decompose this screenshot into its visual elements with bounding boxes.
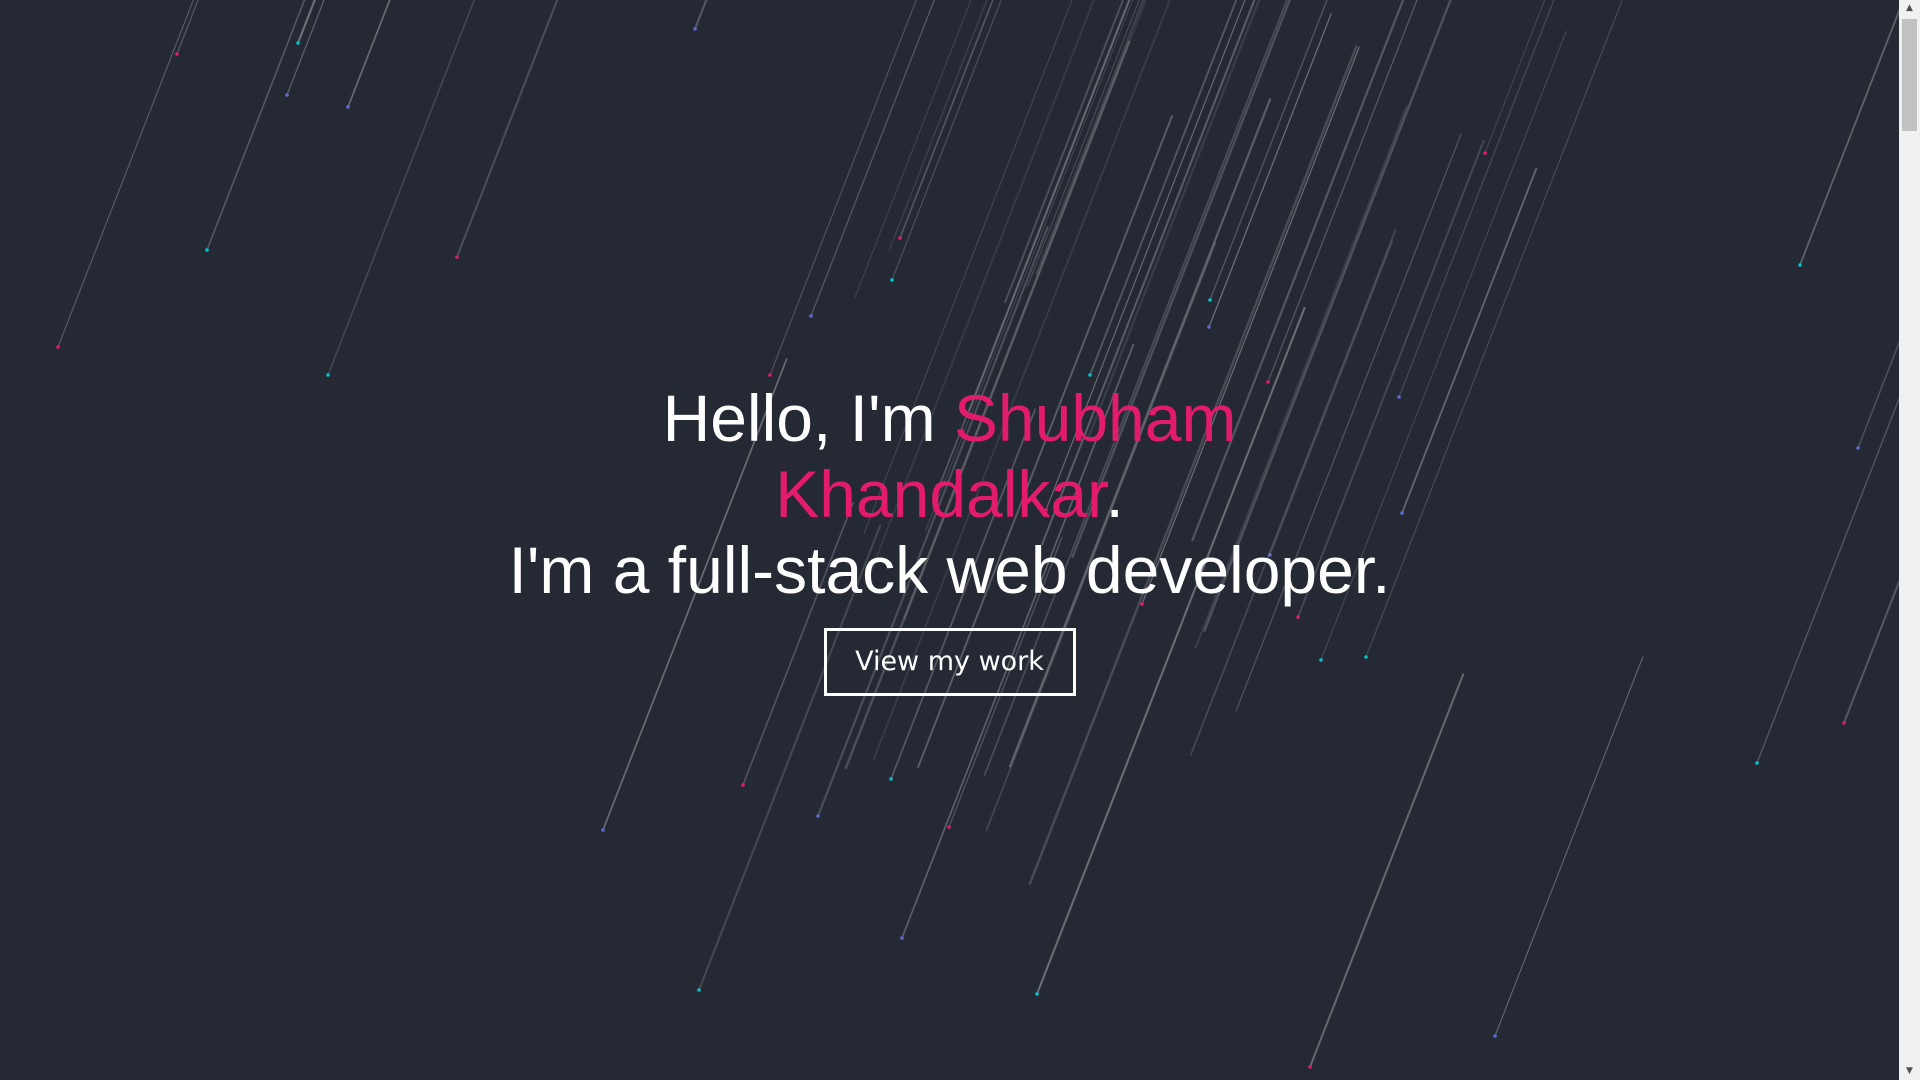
streak-dot	[1088, 373, 1092, 377]
streak-dot	[1208, 298, 1212, 302]
streak-dot	[1207, 325, 1211, 329]
streak-line	[888, 0, 988, 251]
streak-line	[1209, 0, 1328, 301]
streak-dot	[890, 278, 894, 282]
streak-dot	[1035, 992, 1039, 996]
streak-dot	[889, 777, 893, 781]
streak-line	[899, 0, 994, 239]
streak-dot	[768, 373, 772, 377]
streak-dot	[326, 373, 330, 377]
streak-dot	[809, 314, 813, 318]
view-my-work-button[interactable]: View my work	[823, 628, 1076, 696]
streak-dot	[816, 814, 820, 818]
greeting-heading: Hello, I'm Shubham Khandalkar.	[0, 380, 1899, 532]
streak-line	[1087, 0, 1261, 438]
hero-section: Hello, I'm Shubham Khandalkar. I'm a ful…	[0, 0, 1899, 1080]
name-first: Shubham	[953, 381, 1237, 455]
streak-line	[1003, 0, 1125, 304]
streak-line	[1398, 0, 1555, 398]
streak-line	[1208, 13, 1332, 328]
streak-dot	[900, 936, 904, 940]
streak-dot	[898, 236, 902, 240]
streak-line	[347, 0, 391, 108]
streak-dot	[947, 825, 951, 829]
streak-line	[693, 0, 708, 30]
streak-dot	[741, 783, 745, 787]
streak-dot	[1842, 721, 1846, 725]
streak-line	[854, 0, 972, 299]
streak-line	[1309, 673, 1465, 1068]
streak-line	[968, 0, 1131, 412]
streak-dot	[296, 41, 300, 45]
tagline: I'm a full-stack web developer.	[508, 533, 1391, 607]
streak-line	[456, 0, 559, 258]
streak-line	[1267, 0, 1418, 383]
streak-dot	[56, 345, 60, 349]
streak-dot	[285, 93, 289, 97]
streak-dot	[601, 828, 605, 832]
vertical-scrollbar[interactable]: ▲ ▼	[1899, 0, 1920, 1080]
hero-content: Hello, I'm Shubham Khandalkar. I'm a ful…	[0, 380, 1899, 696]
streak-dot	[346, 105, 350, 109]
streak-dot	[1483, 151, 1487, 155]
greeting-suffix: .	[1105, 457, 1124, 531]
streak-dot	[205, 248, 209, 252]
streak-dot	[1493, 1034, 1497, 1038]
streak-line	[1484, 0, 1546, 154]
streak-line	[206, 0, 306, 251]
streak-line	[1494, 656, 1644, 1037]
scroll-up-arrow-icon[interactable]: ▲	[1899, 0, 1920, 17]
scrollbar-thumb[interactable]	[1902, 19, 1917, 131]
streak-line	[1799, 8, 1899, 266]
streak-dot	[1308, 1065, 1312, 1069]
scroll-down-arrow-icon[interactable]: ▼	[1899, 1063, 1920, 1080]
streak-line	[327, 0, 476, 376]
streak-dot	[1798, 263, 1802, 267]
greeting-prefix: Hello, I'm	[662, 381, 954, 455]
streak-dot	[693, 27, 697, 31]
streak-dot	[175, 52, 179, 56]
streak-dot	[455, 255, 459, 259]
streak-dot	[697, 988, 701, 992]
streak-line	[769, 0, 917, 376]
name-last: Khandalkar	[775, 457, 1106, 531]
streak-dot	[1755, 761, 1759, 765]
streak-line	[57, 0, 194, 348]
streak-line	[176, 0, 199, 55]
